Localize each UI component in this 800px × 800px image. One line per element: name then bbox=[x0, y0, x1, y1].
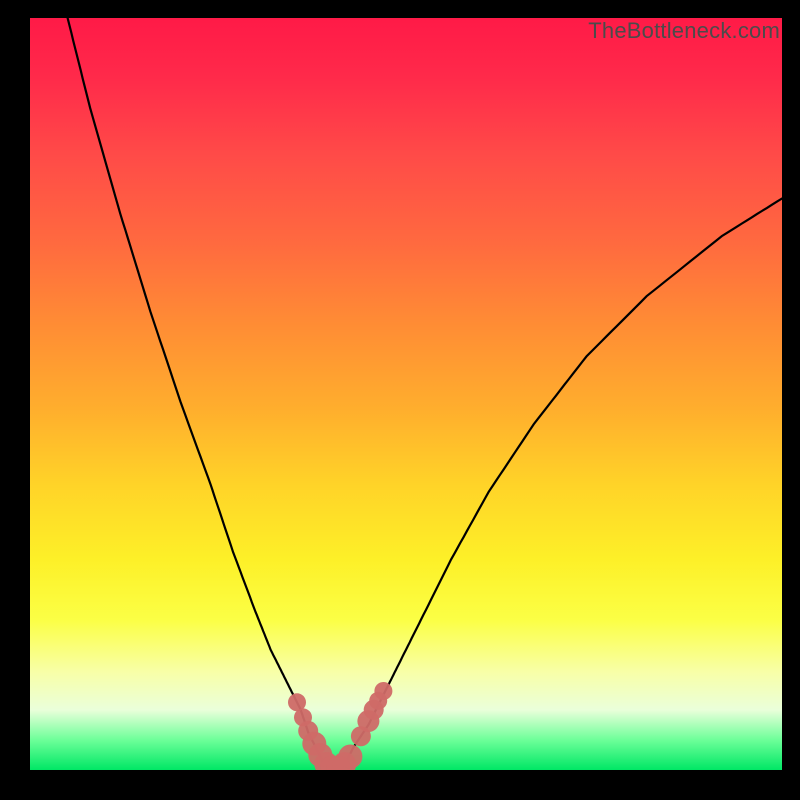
chart-marker bbox=[374, 682, 392, 700]
chart-frame: TheBottleneck.com bbox=[0, 0, 800, 800]
chart-markers bbox=[288, 682, 392, 770]
watermark-text: TheBottleneck.com bbox=[588, 18, 780, 44]
chart-curve bbox=[68, 18, 782, 770]
chart-marker bbox=[338, 745, 362, 769]
bottleneck-curve-path bbox=[68, 18, 782, 770]
chart-plot-area bbox=[30, 18, 782, 770]
chart-svg bbox=[30, 18, 782, 770]
